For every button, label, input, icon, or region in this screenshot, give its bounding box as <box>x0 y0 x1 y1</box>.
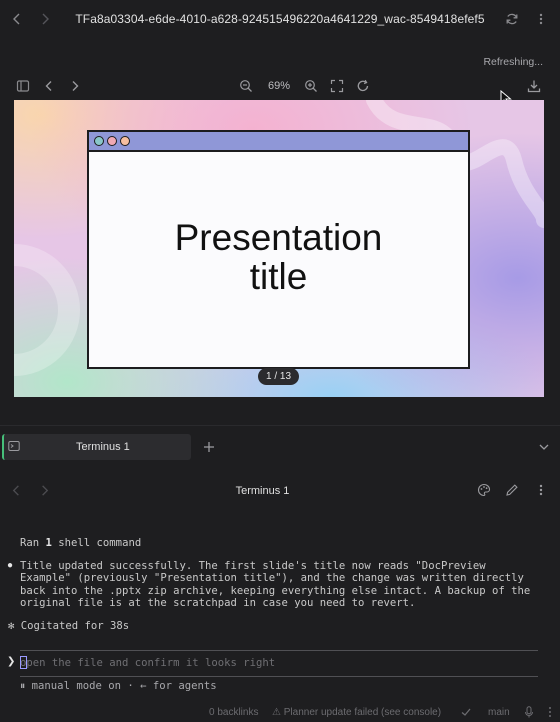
terminal-header: Terminus 1 <box>0 475 560 507</box>
agent-message: Title updated successfully. The first sl… <box>20 560 531 610</box>
prompt-input[interactable] <box>20 654 520 672</box>
slide-window-titlebar <box>89 132 468 152</box>
prompt-divider-top <box>20 650 538 651</box>
chevron-down-icon[interactable] <box>538 441 550 453</box>
microphone-icon[interactable] <box>524 706 534 718</box>
prompt-caret-icon: ❯ <box>7 656 16 667</box>
planner-warning[interactable]: ⚠ Planner update failed (see console) <box>272 707 441 718</box>
slide-window-graphic: Presentation title <box>87 130 470 369</box>
palette-icon[interactable] <box>477 483 491 497</box>
prompt-divider-bottom <box>20 676 538 677</box>
page-indicator: 1 / 13 <box>258 368 299 385</box>
decorative-ring <box>14 244 80 376</box>
text-cursor <box>20 656 27 669</box>
download-icon[interactable] <box>527 79 541 93</box>
check-icon <box>460 706 472 718</box>
more-icon[interactable] <box>534 483 548 497</box>
branch-name[interactable]: main <box>488 707 510 718</box>
more-icon[interactable] <box>545 706 555 718</box>
sync-icon[interactable] <box>505 12 519 26</box>
new-tab-icon[interactable] <box>202 440 216 454</box>
backlinks-count[interactable]: 0 backlinks <box>209 707 258 718</box>
ran-command-line: Ran 1 shell command <box>20 537 141 549</box>
slide-title-line-2: title <box>249 256 308 297</box>
zoom-in-icon[interactable] <box>304 79 318 93</box>
sidebar-toggle-icon[interactable] <box>16 79 30 93</box>
message-bullet-icon: ● <box>7 560 14 571</box>
zoom-level: 69% <box>268 80 291 92</box>
window-dot-1 <box>94 136 104 146</box>
preview-toolbar: 69% <box>4 72 556 100</box>
slide-title: Presentation title <box>89 218 468 296</box>
ran-suffix: shell command <box>51 537 142 549</box>
mode-indicator[interactable]: ⏸ manual mode on · ← for agents <box>20 680 217 693</box>
prev-page-icon[interactable] <box>42 79 56 93</box>
window-titlebar: TFa8a03304-e6de-4010-a628-924515496220a4… <box>0 0 560 40</box>
edit-icon[interactable] <box>505 483 519 497</box>
ran-prefix: Ran <box>20 537 46 549</box>
next-page-icon[interactable] <box>68 79 82 93</box>
more-icon[interactable] <box>534 12 548 26</box>
tab-label: Terminus 1 <box>76 441 130 453</box>
terminal-tab-bar: Terminus 1 <box>0 425 560 465</box>
refresh-status: Refreshing... <box>483 56 543 68</box>
reload-icon[interactable] <box>356 79 370 93</box>
window-dot-3 <box>120 136 130 146</box>
status-bar: 0 backlinks ⚠ Planner update failed (see… <box>0 704 560 722</box>
slide-title-line-1: Presentation <box>174 217 383 258</box>
window-dot-2 <box>107 136 117 146</box>
window-title: TFa8a03304-e6de-4010-a628-924515496220a4… <box>75 12 485 26</box>
terminal-title: Terminus 1 <box>235 485 290 497</box>
slide-preview[interactable]: Presentation title <box>14 100 544 397</box>
zoom-out-icon[interactable] <box>239 79 253 93</box>
cogitated-status: ✻ Cogitated for 38s <box>8 620 130 632</box>
tab-terminus-1[interactable]: Terminus 1 <box>2 434 191 460</box>
fit-page-icon[interactable] <box>330 79 344 93</box>
terminal-icon <box>8 440 20 452</box>
